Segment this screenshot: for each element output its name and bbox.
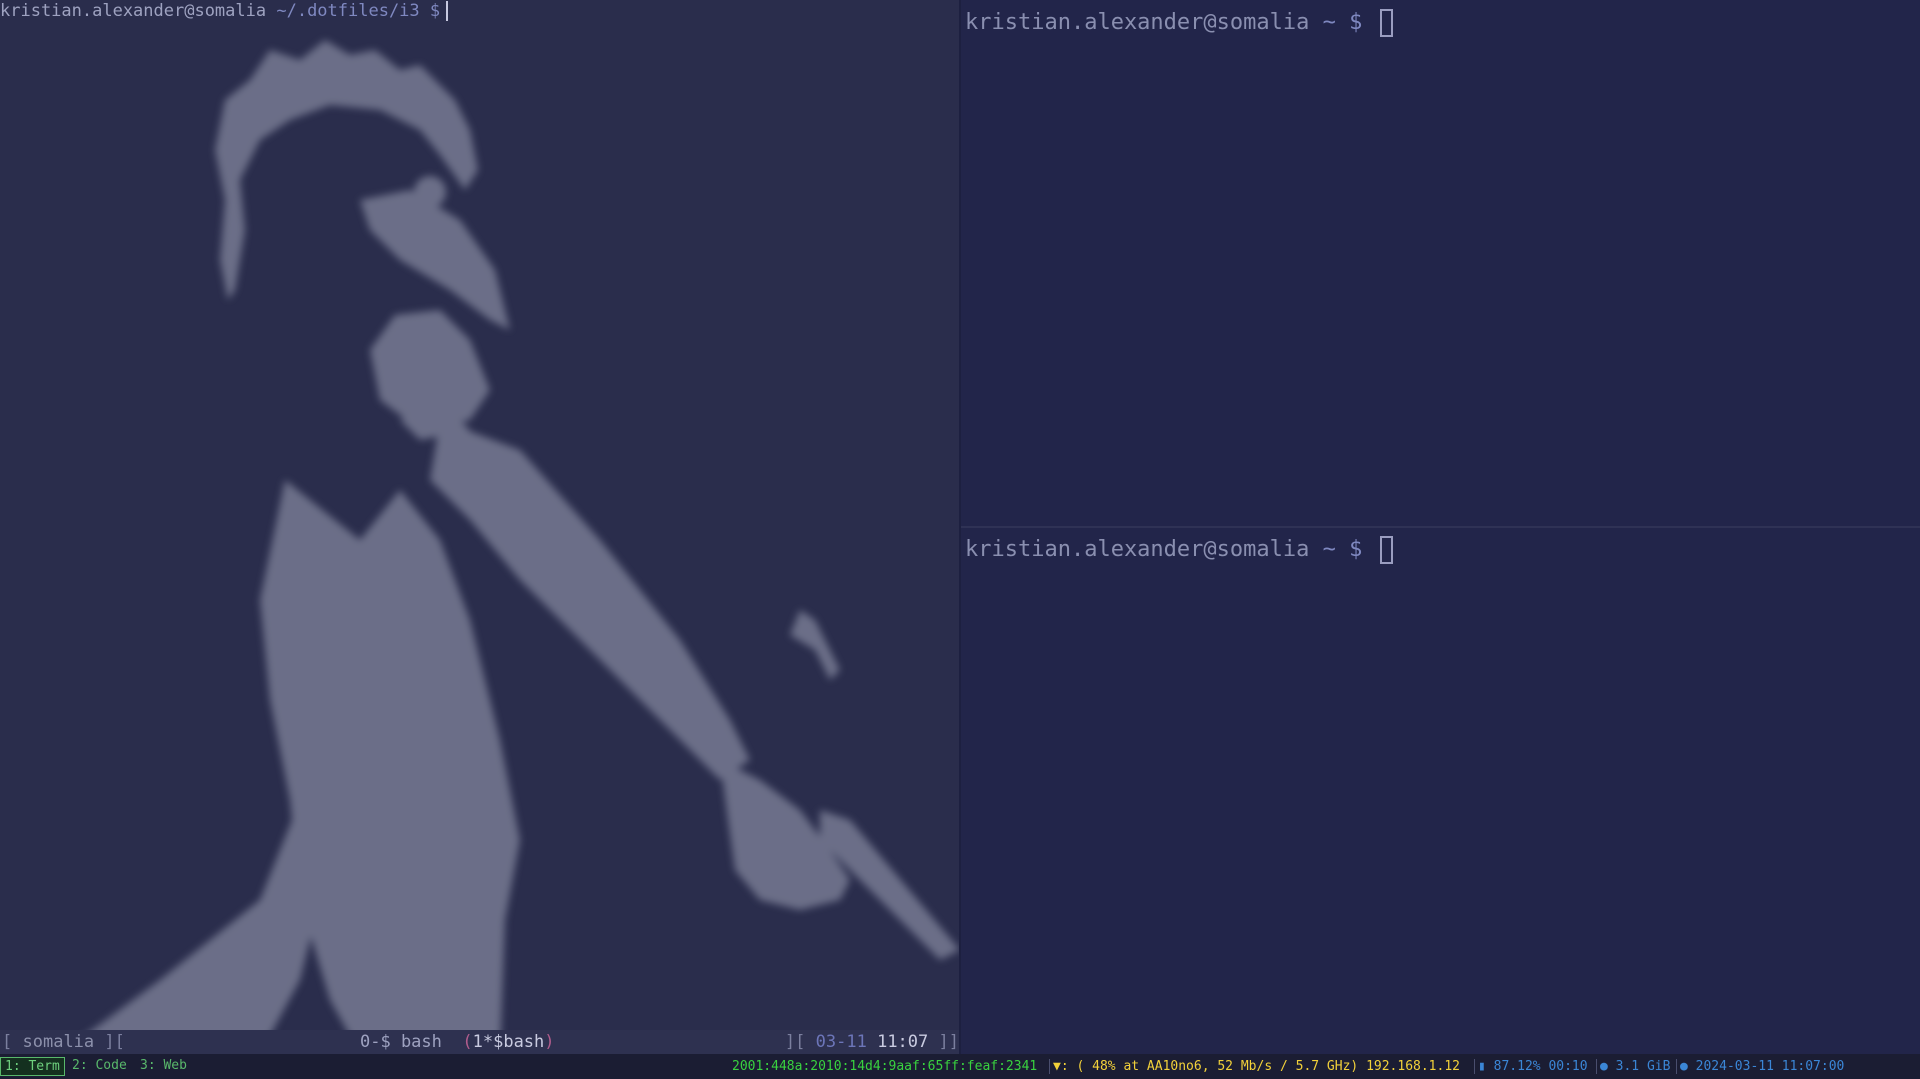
workspace-3-button[interactable]: 3: Web — [136, 1057, 191, 1076]
tmux-window-1[interactable]: 1*$bash — [473, 1032, 545, 1052]
workspace-2-button[interactable]: 2: Code — [68, 1057, 131, 1076]
desktop: kristian.alexander@somalia ~/.dotfiles/i… — [0, 0, 1920, 1079]
wallpaper-illustration — [60, 40, 959, 1054]
ipv6-status: 2001:448a:2010:14d4:9aaf:65ff:feaf:2341 — [732, 1059, 1038, 1074]
tmux-clock-open: ][ — [784, 1032, 806, 1052]
tmux-clock-close: ]] — [938, 1032, 959, 1052]
block-cursor — [1379, 536, 1393, 564]
prompt-path: ~ — [1322, 10, 1336, 35]
left-terminal-prompt: kristian.alexander@somalia ~/.dotfiles/i… — [0, 0, 449, 22]
terminal-pane-left[interactable]: kristian.alexander@somalia ~/.dotfiles/i… — [0, 0, 959, 1054]
prompt-symbol: $ — [1349, 537, 1363, 562]
text-cursor — [446, 1, 449, 21]
block-cursor — [1379, 9, 1393, 37]
prompt-user-host: kristian.alexander@somalia — [0, 1, 267, 21]
tmux-clock: ][ 03-11 11:07 ]] — [785, 1030, 959, 1054]
terminal-pane-right-bottom[interactable]: kristian.alexander@somalia ~ $ — [961, 528, 1920, 1054]
tmux-date: 03-11 — [815, 1032, 867, 1052]
tmux-window-1-close: ) — [544, 1032, 555, 1052]
prompt-symbol: $ — [1349, 10, 1363, 35]
prompt-path: ~ — [1322, 537, 1336, 562]
prompt-path: ~/.dotfiles/i3 — [276, 1, 420, 21]
tmux-session-open: [ — [2, 1032, 13, 1052]
right-top-terminal-prompt: kristian.alexander@somalia ~ $ — [965, 8, 1393, 38]
right-bottom-terminal-prompt: kristian.alexander@somalia ~ $ — [965, 535, 1393, 565]
status-separator — [1474, 1059, 1475, 1074]
tmux-window-0[interactable]: 0-$ bash — [360, 1032, 442, 1052]
tmux-session-name: somalia — [22, 1032, 95, 1052]
tmux-session[interactable]: [ somalia ][ — [2, 1030, 125, 1054]
prompt-user-host: kristian.alexander@somalia — [965, 10, 1310, 35]
prompt-user-host: kristian.alexander@somalia — [965, 537, 1310, 562]
tmux-time: 11:07 — [877, 1032, 929, 1052]
prompt-symbol: $ — [429, 1, 441, 21]
datetime-status: ● 2024-03-11 11:07:00 — [1680, 1059, 1845, 1074]
status-separator — [1596, 1059, 1597, 1074]
wifi-status: ▼: ( 48% at AA10no6, 52 Mb/s / 5.7 GHz) … — [1053, 1059, 1460, 1074]
i3bar: 1: Term 2: Code 3: Web 2001:448a:2010:14… — [0, 1054, 1920, 1079]
terminal-pane-right-top[interactable]: kristian.alexander@somalia ~ $ — [961, 0, 1920, 526]
network-icon[interactable] — [1899, 1054, 1920, 1079]
tmux-window-list: 0-$ bash (1*$bash) — [360, 1030, 555, 1054]
memory-status: ● 3.1 GiB — [1600, 1059, 1671, 1074]
workspace-1-button[interactable]: 1: Term — [0, 1057, 65, 1076]
battery-status: ▮ 87.12% 00:10 — [1478, 1059, 1588, 1074]
tmux-window-1-open: ( — [462, 1032, 473, 1052]
tmux-status-bar: [ somalia ][ 0-$ bash (1*$bash) ][ 03-11… — [0, 1030, 959, 1054]
tmux-session-close: ][ — [104, 1032, 125, 1052]
status-separator — [1676, 1059, 1677, 1074]
status-separator — [1049, 1059, 1050, 1074]
